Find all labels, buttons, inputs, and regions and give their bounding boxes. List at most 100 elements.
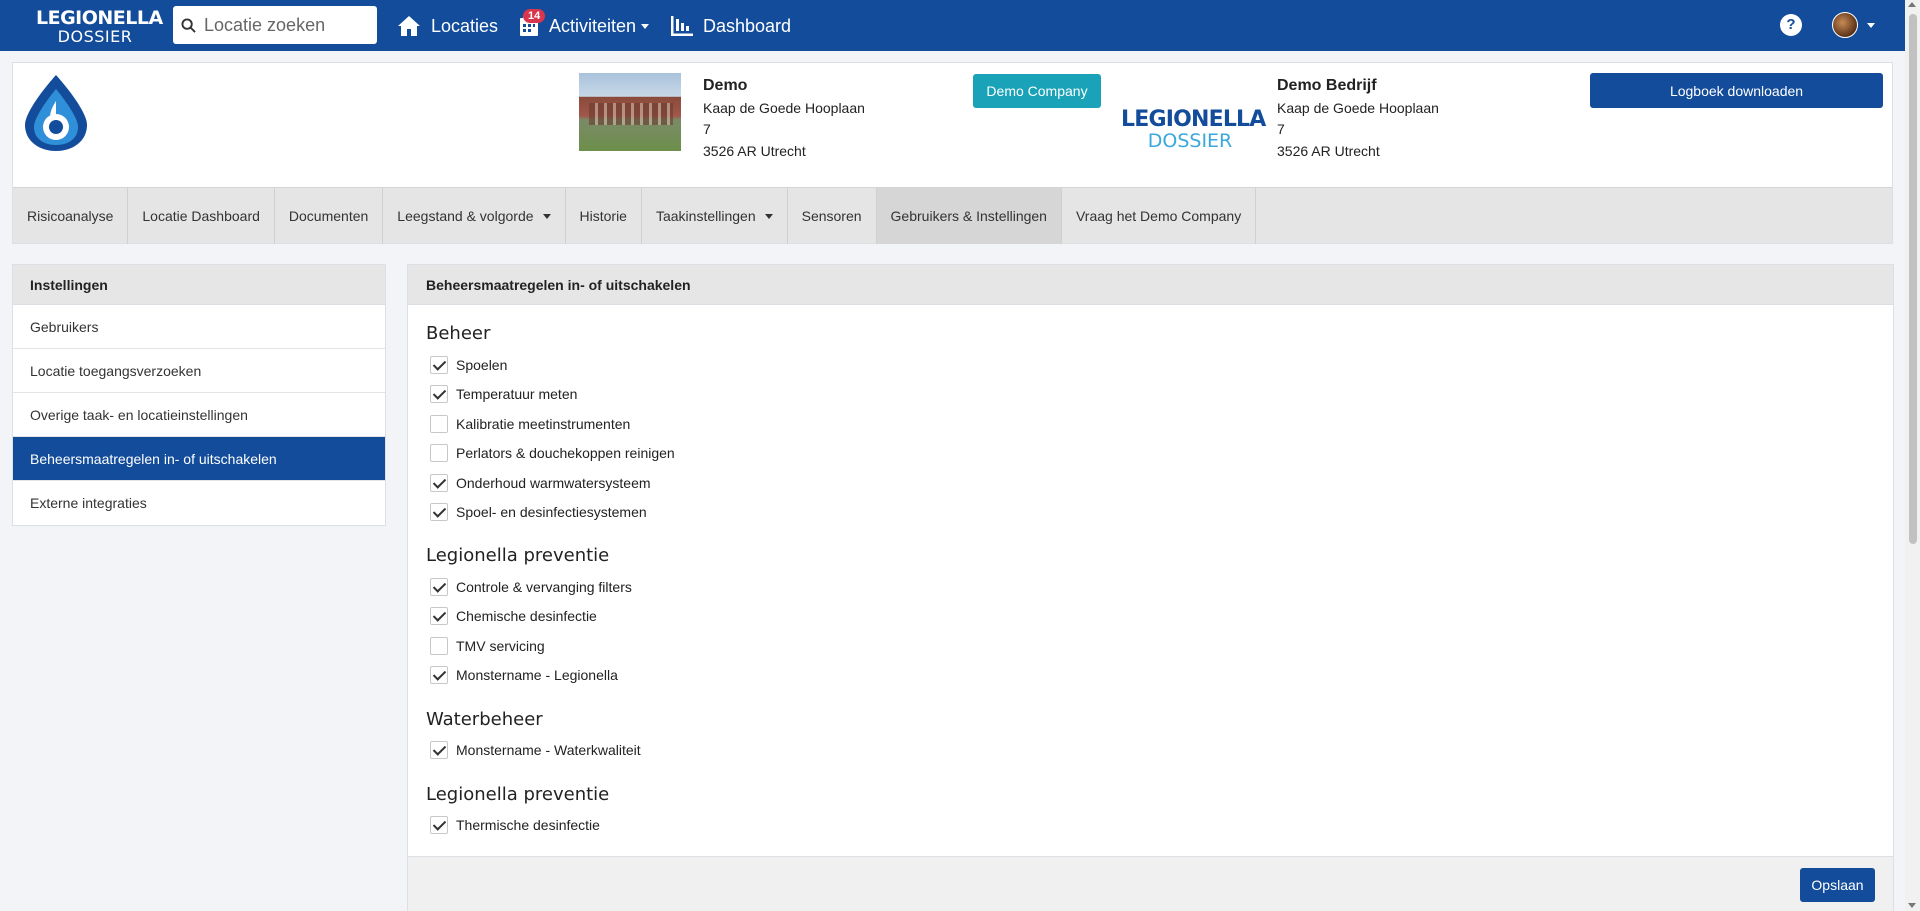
group-title-waterbeheer: Waterbeheer <box>426 709 543 730</box>
top-navbar: LEGIONELLA DOSSIER Locaties Activiteiten… <box>0 0 1920 51</box>
company-name: Demo Bedrijf <box>1277 77 1377 94</box>
control-measures-panel: Beheersmaatregelen in- of uitschakelen B… <box>407 264 1894 911</box>
location-number: 7 <box>703 121 711 137</box>
search-box[interactable] <box>173 6 377 44</box>
chevron-down-icon <box>542 213 551 219</box>
company-logo-line2: DOSSIER <box>1147 130 1233 152</box>
sidebar-item-label: Externe integraties <box>30 495 147 511</box>
sidebar-item-gebruikers[interactable]: Gebruikers <box>13 305 385 349</box>
checkbox-label: Perlators & douchekoppen reinigen <box>456 445 675 461</box>
checkbox-filters[interactable]: Controle & vervanging filters <box>430 575 632 599</box>
checkbox[interactable] <box>430 637 448 655</box>
settings-sidebar: Instellingen Gebruikers Locatie toegangs… <box>12 264 386 526</box>
checkbox-monstername-waterkwaliteit[interactable]: Monstername - Waterkwaliteit <box>430 738 641 762</box>
checkbox-label: Onderhoud warmwatersysteem <box>456 475 651 491</box>
location-street: Kaap de Goede Hooplaan <box>703 99 865 116</box>
location-header: Demo Kaap de Goede Hooplaan 7 3526 AR Ut… <box>12 62 1893 244</box>
checkbox-tmv-servicing[interactable]: TMV servicing <box>430 634 545 658</box>
search-icon <box>181 17 196 33</box>
tab-label: Vraag het Demo Company <box>1075 208 1242 224</box>
tab-historie[interactable]: Historie <box>566 188 642 244</box>
checkbox[interactable] <box>430 666 448 684</box>
chevron-down-icon <box>764 213 773 219</box>
tab-label: Gebruikers & Instellingen <box>890 208 1047 224</box>
tab-taakinstellingen[interactable]: Taakinstellingen <box>642 188 788 244</box>
checkbox[interactable] <box>430 741 448 759</box>
checkbox[interactable] <box>430 816 448 834</box>
panel-title: Beheersmaatregelen in- of uitschakelen <box>408 265 1893 305</box>
checkbox[interactable] <box>430 415 448 433</box>
page-scrollbar[interactable] <box>1905 0 1920 911</box>
brand-line1: LEGIONELLA <box>36 7 163 29</box>
checkbox[interactable] <box>430 503 448 521</box>
activities-count-badge: 14 <box>523 9 546 23</box>
checkbox-label: Monstername - Waterkwaliteit <box>456 742 641 758</box>
company-number: 7 <box>1277 121 1285 137</box>
scroll-down-arrow-icon[interactable] <box>1908 903 1916 908</box>
tab-vraag-company[interactable]: Vraag het Demo Company <box>1062 188 1257 244</box>
group-title-beheer: Beheer <box>426 323 491 344</box>
tab-label: Documenten <box>288 208 369 224</box>
location-photo <box>579 73 681 151</box>
sidebar-item-toegangsverzoeken[interactable]: Locatie toegangsverzoeken <box>13 349 385 393</box>
brand-line2: DOSSIER <box>57 27 133 46</box>
checkbox[interactable] <box>430 474 448 492</box>
tab-locatie-dashboard[interactable]: Locatie Dashboard <box>128 188 275 244</box>
checkbox[interactable] <box>430 385 448 403</box>
water-drop-logo-icon <box>25 75 87 151</box>
tab-leegstand[interactable]: Leegstand & volgorde <box>383 188 566 244</box>
checkbox-chemische-desinfectie[interactable]: Chemische desinfectie <box>430 604 597 628</box>
chevron-down-icon <box>641 23 650 29</box>
checkbox-label: Temperatuur meten <box>456 386 578 402</box>
checkbox-monstername-legionella[interactable]: Monstername - Legionella <box>430 663 618 687</box>
checkbox-temperatuur-meten[interactable]: Temperatuur meten <box>430 382 577 406</box>
checkbox-perlators[interactable]: Perlators & douchekoppen reinigen <box>430 441 675 465</box>
tab-label: Locatie Dashboard <box>142 208 260 224</box>
company-button[interactable]: Demo Company <box>973 74 1101 108</box>
sidebar-item-label: Beheersmaatregelen in- of uitschakelen <box>30 450 277 467</box>
group-title-legionella-preventie: Legionella preventie <box>426 545 610 566</box>
tab-gebruikers-instellingen[interactable]: Gebruikers & Instellingen <box>876 188 1062 244</box>
checkbox[interactable] <box>430 578 448 596</box>
help-icon[interactable]: ? <box>1780 14 1802 36</box>
nav-activities-label: Activiteiten <box>549 15 637 36</box>
checkbox-label: TMV servicing <box>456 638 545 654</box>
checkbox-kalibratie[interactable]: Kalibratie meetinstrumenten <box>430 412 630 436</box>
brand-logo[interactable]: LEGIONELLA DOSSIER <box>36 7 163 46</box>
location-address: Demo Kaap de Goede Hooplaan 7 3526 AR Ut… <box>703 75 865 162</box>
tab-documenten[interactable]: Documenten <box>275 188 384 244</box>
checkbox-label: Spoel- en desinfectiesystemen <box>456 504 647 520</box>
sidebar-item-overige-instellingen[interactable]: Overige taak- en locatieinstellingen <box>13 393 385 437</box>
scroll-up-arrow-icon[interactable] <box>1908 2 1916 7</box>
nav-dashboard-label: Dashboard <box>703 15 792 36</box>
sidebar-item-externe-integraties[interactable]: Externe integraties <box>13 481 385 525</box>
checkbox[interactable] <box>430 607 448 625</box>
sidebar-item-beheersmaatregelen[interactable]: Beheersmaatregelen in- of uitschakelen <box>13 437 385 481</box>
location-city: 3526 AR Utrecht <box>703 142 806 159</box>
checkbox-spoelen[interactable]: Spoelen <box>430 353 507 377</box>
search-input[interactable] <box>204 14 364 36</box>
checkbox-thermische-desinfectie[interactable]: Thermische desinfectie <box>430 813 600 837</box>
checkbox-onderhoud-warmwater[interactable]: Onderhoud warmwatersysteem <box>430 471 651 495</box>
sidebar-item-label: Overige taak- en locatieinstellingen <box>30 406 248 423</box>
tab-label: Sensoren <box>801 208 862 224</box>
tab-risicoanalyse[interactable]: Risicoanalyse <box>13 188 129 244</box>
home-icon <box>398 16 420 36</box>
user-avatar[interactable] <box>1832 12 1858 38</box>
checkbox[interactable] <box>430 444 448 462</box>
tab-sensoren[interactable]: Sensoren <box>788 188 877 244</box>
nav-dashboard[interactable]: Dashboard <box>671 12 791 40</box>
save-button[interactable]: Opslaan <box>1800 868 1875 902</box>
checkbox-spoel-desinfectie[interactable]: Spoel- en desinfectiesystemen <box>430 500 647 524</box>
avatar-chevron-down-icon[interactable] <box>1867 23 1875 28</box>
logbook-download-button[interactable]: Logboek downloaden <box>1590 73 1883 108</box>
nav-locations[interactable]: Locaties <box>397 12 498 40</box>
checkbox-label: Controle & vervanging filters <box>456 579 632 595</box>
company-city: 3526 AR Utrecht <box>1277 142 1380 159</box>
checkbox[interactable] <box>430 356 448 374</box>
scrollbar-thumb[interactable] <box>1909 14 1917 544</box>
tab-label: Taakinstellingen <box>655 208 756 224</box>
checkbox-label: Monstername - Legionella <box>456 667 618 683</box>
group-title-legionella-preventie-2: Legionella preventie <box>426 784 610 805</box>
checkbox-label: Chemische desinfectie <box>456 608 597 624</box>
